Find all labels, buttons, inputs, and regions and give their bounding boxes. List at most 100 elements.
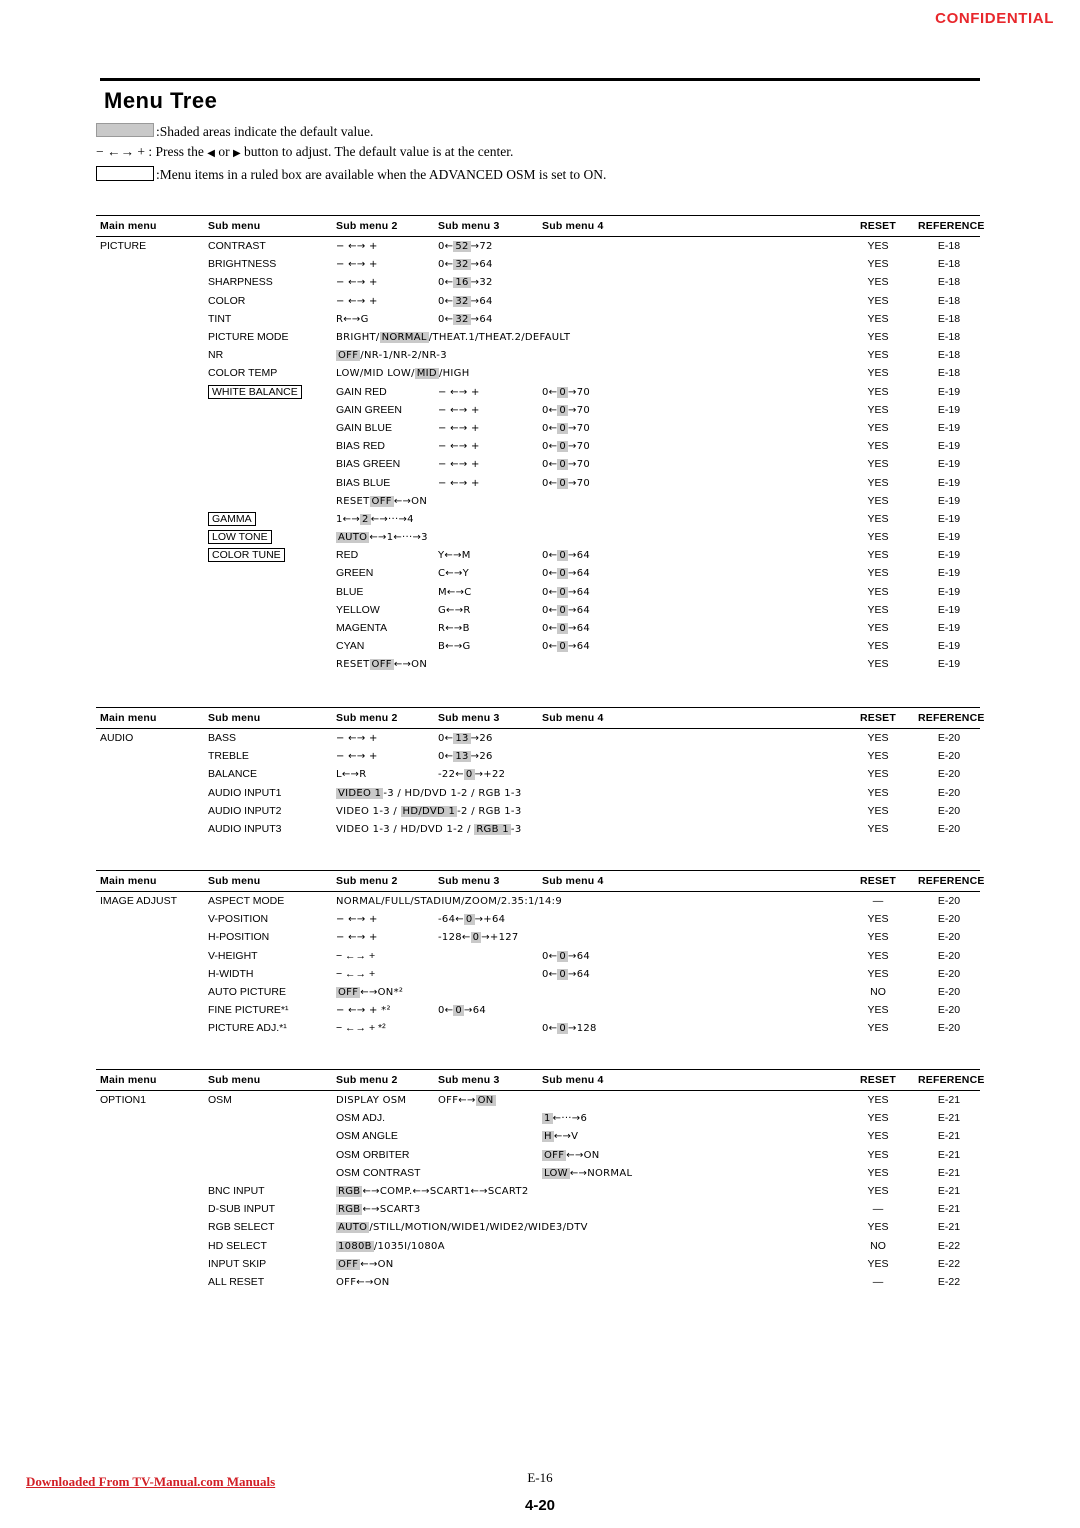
cell-sub-menu-3: 0← 16 →32 — [438, 277, 493, 289]
cell-reset: YES — [867, 421, 889, 434]
cell-sub-menu-4: 0← 0 →64 — [542, 968, 591, 980]
default-value: RGB — [336, 1186, 363, 1198]
cell-sub-menu-2: − ←→ + — [336, 733, 378, 745]
cell-reference: E-20 — [937, 895, 961, 908]
cell-sub-menu: AUDIO INPUT3 — [208, 823, 282, 836]
cell-reference: E-21 — [937, 1112, 961, 1125]
cell-sub-menu-2: RESET OFF ←→ON — [336, 495, 428, 507]
cell-reference: E-19 — [937, 622, 961, 635]
default-value: 0 — [453, 1005, 465, 1017]
cell-sub-menu-2: YELLOW — [336, 603, 380, 616]
cell-sub-menu-4: 0← 0 →64 — [542, 568, 591, 580]
cell-reference: E-21 — [937, 1094, 961, 1107]
cell-sub-menu-2: 1080B/1035I/1080A — [336, 1240, 445, 1252]
table-row: PICTURE MODE BRIGHT/NORMAL/THEAT.1/THEAT.… — [96, 328, 980, 346]
cell-reset: YES — [867, 1112, 889, 1125]
cell-sub-menu-4: H ←→V — [542, 1131, 579, 1143]
table-row: MAGENTA R←→B 0← 0 →64 YES E-19 — [96, 619, 980, 637]
cell-sub-menu-2: OFF/NR-1/NR-2/NR-3 — [336, 350, 447, 362]
column-header-main: Main menu — [100, 1074, 157, 1086]
cell-sub-menu-3: B←→G — [438, 641, 471, 653]
table-row: OSM ORBITER OFF ←→ON YES E-21 — [96, 1146, 980, 1164]
table-row: AUDIO INPUT1 VIDEO 1 -3 / HD/DVD 1-2 / RGB… — [96, 784, 980, 802]
cell-sub-menu: D-SUB INPUT — [208, 1203, 276, 1216]
cell-sub-menu-2: RGB ←→SCART3 — [336, 1204, 421, 1216]
table-row: RGB SELECT AUTO/STILL/MOTION/WIDE1/WIDE2/… — [96, 1218, 980, 1236]
cell-sub-menu: PICTURE ADJ.*¹ — [208, 1022, 287, 1035]
cell-sub-menu-3: G←→R — [438, 604, 471, 616]
cell-reference: E-19 — [937, 549, 961, 562]
boxed-label: COLOR TUNE — [208, 548, 285, 563]
cell-sub-menu-3: 0← 32 →64 — [438, 259, 493, 271]
cell-sub-menu: CONTRAST — [208, 240, 266, 253]
table-row: FINE PICTURE*¹ − ←→ + *² 0← 0 →64 YES E-20 — [96, 1001, 980, 1019]
column-header-main: Main menu — [100, 712, 157, 724]
cell-sub-menu-2: BIAS BLUE — [336, 476, 391, 489]
cell-reference: E-19 — [937, 476, 961, 489]
cell-sub-menu: GAMMA — [208, 511, 336, 526]
cell-sub-menu: FINE PICTURE*¹ — [208, 1004, 289, 1017]
default-value: 1080B — [336, 1240, 374, 1252]
table-row: CYAN B←→G 0← 0 →64 YES E-19 — [96, 637, 980, 655]
cell-sub-menu-2: VIDEO 1-3 / HD/DVD 1-2 / RGB 1-3 — [336, 824, 522, 836]
default-value: 0 — [557, 1023, 569, 1035]
cell-reference: E-21 — [937, 1203, 961, 1216]
default-value: 32 — [453, 259, 471, 271]
cell-reference: E-22 — [937, 1257, 961, 1270]
page-label: E-16 — [527, 1470, 553, 1485]
column-header-sub2: Sub menu 2 — [336, 220, 398, 232]
cell-reference: E-19 — [937, 421, 961, 434]
cell-sub-menu: BNC INPUT — [208, 1185, 265, 1198]
cell-sub-menu-3: OFF←→ ON — [438, 1095, 496, 1107]
cell-reset: YES — [867, 913, 889, 926]
legend-row-boxed: :Menu items in a ruled box are available… — [96, 164, 996, 183]
cell-sub-menu-4: LOW ←→NORMAL — [542, 1167, 633, 1179]
default-value: 1 — [542, 1113, 553, 1125]
default-value: LOW — [542, 1167, 570, 1179]
table-header-row: Main menu Sub menu Sub menu 2 Sub menu 3 Sub… — [96, 1069, 984, 1091]
column-header-sub3: Sub menu 3 — [438, 712, 500, 724]
cell-sub-menu-2: − ←→ + — [336, 967, 376, 980]
cell-sub-menu-2: L←→R — [336, 769, 367, 781]
cell-reference: E-20 — [937, 949, 961, 962]
default-value: AUTO — [336, 532, 370, 544]
cell-reference: E-19 — [937, 440, 961, 453]
cell-sub-menu: TINT — [208, 312, 232, 325]
column-header-sub3: Sub menu 3 — [438, 1074, 500, 1086]
table-row: TREBLE − ←→ + 0← 13 →26 YES E-20 — [96, 747, 980, 765]
cell-sub-menu: H-WIDTH — [208, 967, 254, 980]
table-row: LOW TONE AUTO ←→1←···→3 YES E-19 — [96, 528, 980, 546]
cell-reset: YES — [867, 349, 889, 362]
column-header-sub: Sub menu — [208, 712, 261, 724]
cell-reset: YES — [867, 786, 889, 799]
cell-reference: E-18 — [937, 349, 961, 362]
table-row: AUDIO INPUT2 VIDEO 1-3 / HD/DVD 1 -2 / RGB… — [96, 802, 980, 820]
table-row: GREEN C←→Y 0← 0 →64 YES E-19 — [96, 564, 980, 582]
cell-reset: YES — [867, 512, 889, 525]
table-row: ALL RESET OFF←→ON — E-22 — [96, 1273, 980, 1291]
default-value: RGB 1 — [474, 824, 511, 836]
default-value: 0 — [557, 550, 569, 562]
column-header-sub4: Sub menu 4 — [542, 1074, 604, 1086]
default-value: 32 — [453, 295, 471, 307]
cell-sub-menu: V-HEIGHT — [208, 949, 258, 962]
cell-reference: E-19 — [937, 494, 961, 507]
table-row: BNC INPUT RGB ←→COMP.←→SCART1←→SCART2 YES E-… — [96, 1182, 980, 1200]
cell-sub-menu: AUDIO INPUT1 — [208, 786, 282, 799]
cell-reset: NO — [870, 986, 886, 999]
cell-reset: YES — [867, 458, 889, 471]
cell-sub-menu-3: 0← 13 →26 — [438, 751, 493, 763]
default-value: MID — [414, 368, 439, 380]
cell-reset: YES — [867, 732, 889, 745]
legend-row-shaded: :Shaded areas indicate the default value… — [96, 122, 996, 140]
cell-reference: E-18 — [937, 276, 961, 289]
cell-sub-menu: H-POSITION — [208, 931, 270, 944]
table-row: BIAS BLUE − ←→ + 0← 0 →70 YES E-19 — [96, 473, 980, 491]
cell-sub-menu-2: OFF←→ON — [336, 1276, 390, 1288]
cell-reset: YES — [867, 1257, 889, 1270]
cell-reset: — — [872, 1203, 884, 1216]
default-value: 0 — [557, 586, 569, 598]
table-row: TINT R←→G 0← 32 →64 YES E-18 — [96, 310, 980, 328]
cell-reset: YES — [867, 276, 889, 289]
table-row: OPTION1 OSM DISPLAY OSM OFF←→ ON YES E-21 — [96, 1091, 980, 1109]
